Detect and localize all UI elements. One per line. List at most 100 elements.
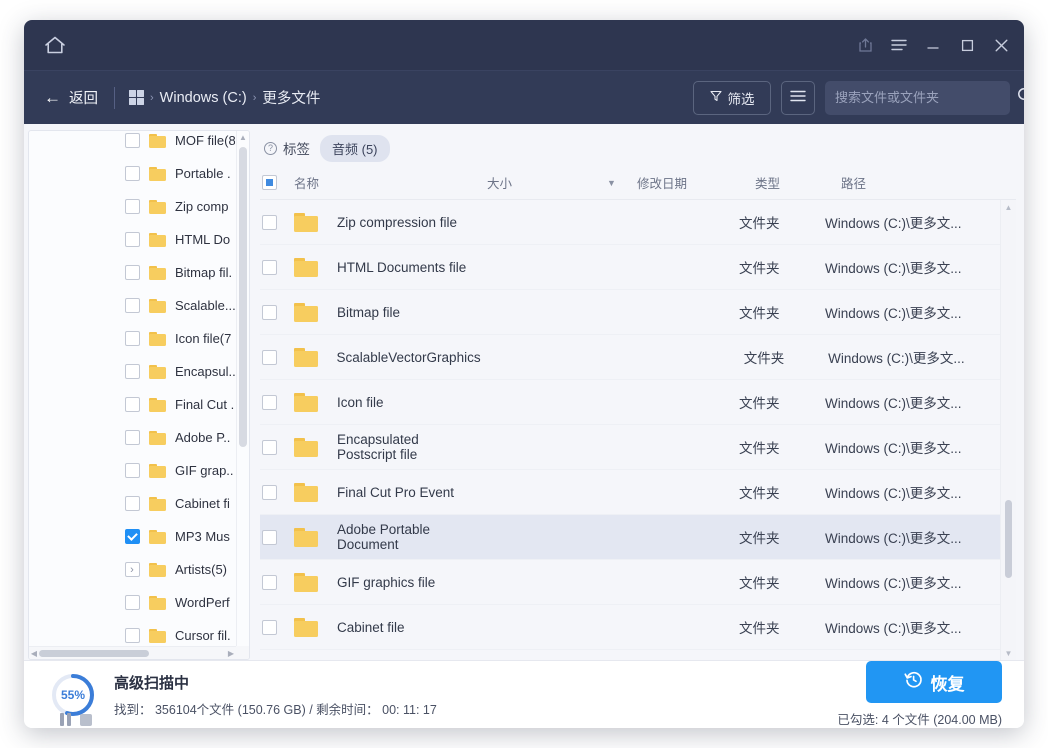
search-input[interactable] [835,90,1011,105]
row-checkbox-cell[interactable] [260,574,288,590]
row-checkbox-cell[interactable] [260,214,288,230]
table-row[interactable]: ScalableVectorGraphics 文件夹 Windows (C:)\更多… [260,335,1000,380]
breadcrumb-item-folder[interactable]: 更多文件 [262,87,320,108]
row-checkbox[interactable] [262,574,277,590]
tree-item[interactable]: Encapsul.. [29,355,235,388]
row-checkbox-cell[interactable] [260,484,288,500]
tree-item-checkbox[interactable] [125,298,140,313]
list-scroll-thumb[interactable] [1005,500,1012,578]
tree-item-checkbox[interactable] [125,463,140,478]
share-button[interactable] [848,28,882,62]
tree-item[interactable]: Adobe P.. [29,421,235,454]
row-checkbox[interactable] [262,619,277,635]
tree-item-checkbox[interactable] [125,430,140,445]
column-header-name[interactable]: 名称 [288,173,487,192]
tree-item-checkbox[interactable] [125,496,140,511]
expand-chevron-icon[interactable]: › [125,564,139,576]
back-button[interactable]: ← 返回 [44,87,98,108]
row-checkbox-cell[interactable] [260,349,288,365]
row-checkbox[interactable] [262,529,277,545]
list-view-icon [790,89,806,107]
tree-item-checkbox[interactable] [125,166,140,181]
tree-item-checkbox[interactable] [125,232,140,247]
column-header-type[interactable]: 类型 [755,173,841,192]
tag-chip-audio[interactable]: 音频 (5) [320,134,390,162]
row-checkbox[interactable] [262,259,277,275]
scroll-down-icon[interactable]: ▼ [1001,646,1016,660]
table-row[interactable]: Final Cut Pro Event 文件夹 Windows (C:)\更多文..… [260,470,1000,515]
recover-button[interactable]: 恢复 [866,661,1002,703]
table-row[interactable]: HTML Documents file 文件夹 Windows (C:)\更多文..… [260,245,1000,290]
tree-item-checkbox[interactable] [125,331,140,346]
table-row[interactable]: Bitmap file 文件夹 Windows (C:)\更多文... [260,290,1000,335]
tree-item-checkbox[interactable] [125,595,140,610]
sidebar-horizontal-scrollbar[interactable]: ◀ ▶ [29,646,236,659]
tree-item-checkbox[interactable] [125,397,140,412]
row-checkbox-cell[interactable] [260,619,288,635]
menu-button[interactable] [882,28,916,62]
tree-item-checkbox[interactable] [125,529,140,544]
table-row[interactable]: Icon file 文件夹 Windows (C:)\更多文... [260,380,1000,425]
list-vertical-scrollbar[interactable]: ▲ ▼ [1000,200,1016,660]
scroll-up-icon[interactable]: ▲ [237,131,249,143]
row-checkbox-cell[interactable] [260,529,288,545]
row-checkbox[interactable] [262,304,277,320]
tree-item-checkbox[interactable] [125,133,140,148]
row-checkbox[interactable] [262,439,277,455]
minimize-button[interactable] [916,28,950,62]
view-toggle-button[interactable] [781,80,815,115]
scroll-left-icon[interactable]: ◀ [29,647,39,659]
pause-icon[interactable] [60,713,71,726]
tree-item[interactable]: WordPerf [29,586,235,619]
filter-button[interactable]: 筛选 [693,80,771,115]
tree-item-checkbox[interactable] [125,364,140,379]
table-row[interactable]: Cabinet file 文件夹 Windows (C:)\更多文... [260,605,1000,650]
table-row[interactable]: GIF graphics file 文件夹 Windows (C:)\更多文... [260,560,1000,605]
stop-icon[interactable] [80,713,92,726]
maximize-button[interactable] [950,28,984,62]
sort-desc-icon[interactable]: ▼ [607,178,637,188]
tree-item[interactable]: HTML Do [29,223,235,256]
row-checkbox-cell[interactable] [260,439,288,455]
tree-item[interactable]: Portable . [29,157,235,190]
sidebar-vertical-scrollbar[interactable]: ▲ [236,131,249,646]
row-checkbox-cell[interactable] [260,394,288,410]
search-box[interactable] [825,80,1024,115]
breadcrumb-item-drive[interactable]: Windows (C:) [160,90,247,106]
tree-item-checkbox[interactable] [125,628,140,643]
tree-item[interactable]: GIF grap.. [29,454,235,487]
tree-item[interactable]: Scalable... [29,289,235,322]
tree-item[interactable]: Bitmap fil. [29,256,235,289]
column-header-size[interactable]: 大小 [487,173,607,192]
tree-item-checkbox[interactable] [125,265,140,280]
table-row[interactable]: Adobe Portable Document 文件夹 Windows (C:)\更… [260,515,1000,560]
tree-item[interactable]: Cabinet fi [29,487,235,520]
row-checkbox[interactable] [261,349,277,365]
row-checkbox[interactable] [262,484,277,500]
sidebar-scroll-thumb[interactable] [239,147,247,447]
question-icon[interactable]: ? [264,141,277,155]
tree-item[interactable]: Cursor fil. [29,619,235,645]
row-checkbox-cell[interactable] [260,304,288,320]
column-header-path[interactable]: 路径 [841,173,1016,192]
column-header-date[interactable]: 修改日期 [637,173,755,192]
scroll-right-icon[interactable]: ▶ [226,647,236,659]
tree-item[interactable]: Final Cut . [29,388,235,421]
tree-item[interactable]: MOF file(8 [29,131,235,157]
scroll-up-icon[interactable]: ▲ [1001,200,1016,214]
tree-item[interactable]: Zip comp [29,190,235,223]
table-row[interactable]: Encapsulated Postscript file 文件夹 Windows (… [260,425,1000,470]
tree-item-checkbox[interactable] [125,199,140,214]
select-all-checkbox[interactable] [260,175,288,190]
tree-item[interactable]: Icon file(7 [29,322,235,355]
row-checkbox[interactable] [262,394,277,410]
home-button[interactable] [32,20,78,70]
tree-item[interactable]: MP3 Mus [29,520,235,553]
row-checkbox-cell[interactable] [260,259,288,275]
row-checkbox[interactable] [262,214,277,230]
tree-item[interactable]: › Artists(5) [29,553,235,586]
close-button[interactable] [984,28,1018,62]
search-icon[interactable] [1017,87,1024,109]
table-row[interactable]: Zip compression file 文件夹 Windows (C:)\更多文.… [260,200,1000,245]
sidebar-hscroll-thumb[interactable] [39,650,149,657]
